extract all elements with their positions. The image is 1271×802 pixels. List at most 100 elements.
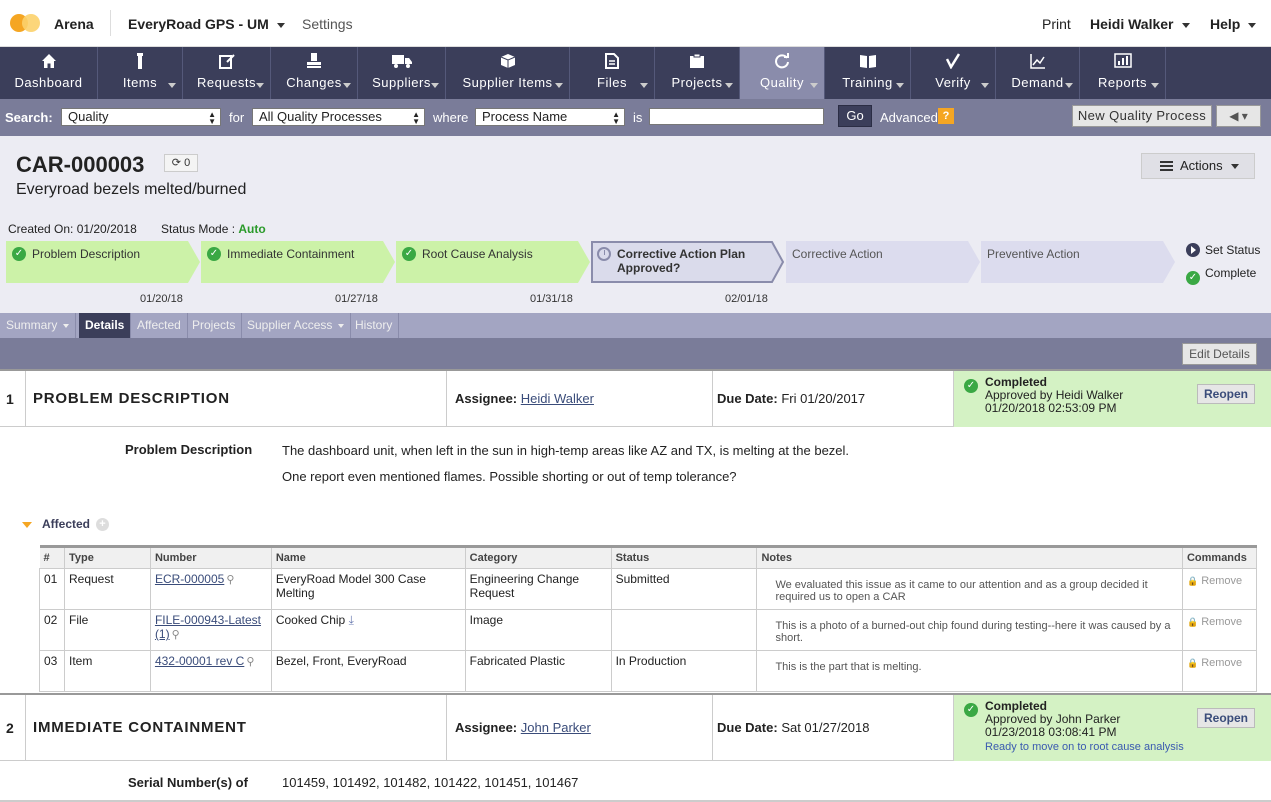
print-link[interactable]: Print xyxy=(1042,16,1071,32)
tab-label: Affected xyxy=(137,318,181,332)
chevron-down-icon xyxy=(63,323,70,328)
nav-quality[interactable]: Quality xyxy=(740,47,825,99)
back-button[interactable]: ◀ ▾ xyxy=(1216,105,1261,127)
column-header[interactable]: Type xyxy=(64,545,151,569)
number-link[interactable]: ECR-000005 xyxy=(155,572,224,586)
column-header[interactable]: Status xyxy=(611,545,758,569)
step-corrective-action[interactable]: Corrective Action xyxy=(786,241,980,283)
reopen-button[interactable]: Reopen xyxy=(1197,708,1255,728)
problem-description-label: Problem Description xyxy=(125,442,253,457)
tab-summary[interactable]: Summary xyxy=(0,313,77,338)
arena-logo-icon[interactable] xyxy=(10,14,42,32)
column-header[interactable]: Number xyxy=(150,545,272,569)
assignee-link[interactable]: Heidi Walker xyxy=(521,391,594,406)
nav-suppliers[interactable]: Suppliers xyxy=(358,47,446,99)
tab-supplier-access[interactable]: Supplier Access xyxy=(241,313,352,338)
where-label: where xyxy=(433,110,469,125)
actions-button[interactable]: Actions xyxy=(1141,153,1255,179)
top-bar: Arena EveryRoad GPS - UM Settings Print … xyxy=(0,0,1271,47)
remove-link[interactable]: Remove xyxy=(1201,575,1242,587)
cell-type: File xyxy=(63,609,151,651)
cell-category: Fabricated Plastic xyxy=(464,650,612,692)
user-menu[interactable]: Heidi Walker xyxy=(1090,16,1190,32)
column-header: # xyxy=(39,545,65,569)
settings-link[interactable]: Settings xyxy=(302,16,353,32)
search-type-select[interactable]: Quality ▲ ▼ xyxy=(61,108,221,126)
nav-demand[interactable]: Demand xyxy=(996,47,1080,99)
workspace-selector[interactable]: EveryRoad GPS - UM xyxy=(128,16,285,32)
chevron-down-icon xyxy=(555,83,563,88)
remove-link[interactable]: Remove xyxy=(1201,657,1242,669)
step-corrective-action-plan[interactable]: Corrective Action Plan Approved? xyxy=(591,241,785,283)
advanced-search-link[interactable]: Advanced xyxy=(880,110,938,125)
assignee-link[interactable]: John Parker xyxy=(521,720,591,735)
nav-changes[interactable]: Changes xyxy=(271,47,358,99)
search-scope-select[interactable]: All Quality Processes ▲ ▼ xyxy=(252,108,425,126)
tab-history[interactable]: History xyxy=(349,313,400,338)
due-value: Sat 01/27/2018 xyxy=(781,720,870,735)
column-header[interactable]: Category xyxy=(465,545,612,569)
brand-name[interactable]: Arena xyxy=(54,16,94,32)
search-icon[interactable]: ⚲ xyxy=(172,628,180,641)
reopen-button[interactable]: Reopen xyxy=(1197,384,1255,404)
table-header-row: # Type Number Name Category Status Notes… xyxy=(39,545,1258,569)
table-row: 03 Item 432-00001 rev C ⚲ Bezel, Front, E… xyxy=(39,650,1258,692)
nav-items[interactable]: Items xyxy=(98,47,183,99)
lock-icon: 🔒 xyxy=(1186,576,1199,586)
complete-button[interactable]: ✓ Complete xyxy=(1186,266,1256,285)
serial-numbers-value: 101459, 101492, 101482, 101422, 101451, … xyxy=(282,775,579,790)
go-button[interactable]: Go xyxy=(838,105,872,127)
chevron-down-icon xyxy=(168,83,176,88)
changes-icon xyxy=(271,53,357,73)
new-quality-process-button[interactable]: New Quality Process xyxy=(1072,105,1212,127)
step-root-cause-analysis[interactable]: ✓ Root Cause Analysis xyxy=(396,241,590,283)
remove-link[interactable]: Remove xyxy=(1201,616,1242,628)
column-header[interactable]: Name xyxy=(271,545,466,569)
affected-header[interactable]: Affected + xyxy=(22,517,110,532)
edit-details-button[interactable]: Edit Details xyxy=(1182,343,1257,365)
search-icon[interactable]: ⚲ xyxy=(226,573,234,586)
step-date: 01/27/18 xyxy=(335,293,378,305)
tab-projects[interactable]: Projects xyxy=(186,313,243,338)
lock-icon: 🔒 xyxy=(1186,617,1199,627)
chevron-down-icon xyxy=(981,83,989,88)
section-title: IMMEDIATE CONTAINMENT xyxy=(33,719,247,736)
home-icon xyxy=(0,53,97,73)
step-immediate-containment[interactable]: ✓ Immediate Containment xyxy=(201,241,395,283)
search-input[interactable] xyxy=(649,108,824,125)
tab-details[interactable]: Details xyxy=(79,313,132,338)
tab-affected[interactable]: Affected xyxy=(131,313,188,338)
status-mode-value[interactable]: Auto xyxy=(238,222,265,236)
nav-dashboard[interactable]: Dashboard xyxy=(0,47,98,99)
help-question-icon[interactable]: ? xyxy=(938,108,954,124)
nav-verify[interactable]: Verify xyxy=(911,47,996,99)
select-arrows-icon: ▲ ▼ xyxy=(208,110,216,126)
nav-requests[interactable]: Requests xyxy=(183,47,271,99)
approved-at: 01/23/2018 03:08:41 PM xyxy=(985,725,1117,739)
affected-table: # Type Number Name Category Status Notes… xyxy=(39,545,1258,692)
tab-label: History xyxy=(355,318,393,332)
nav-files[interactable]: Files xyxy=(570,47,655,99)
set-status-button[interactable]: Set Status xyxy=(1186,243,1260,257)
affected-label: Affected xyxy=(42,517,91,531)
collapse-triangle-icon[interactable] xyxy=(22,521,32,528)
chevron-down-icon xyxy=(896,83,904,88)
nav-projects[interactable]: Projects xyxy=(655,47,740,99)
download-icon[interactable]: ⤓ xyxy=(349,613,354,627)
nav-reports[interactable]: Reports xyxy=(1080,47,1166,99)
cell-index: 02 xyxy=(39,609,65,651)
step-preventive-action[interactable]: Preventive Action xyxy=(981,241,1175,283)
revision-badge[interactable]: ⟳ 0 xyxy=(164,154,198,172)
column-header[interactable]: Notes xyxy=(756,545,1183,569)
help-label: Help xyxy=(1210,16,1241,32)
number-link[interactable]: 432-00001 rev C xyxy=(155,654,244,668)
search-icon[interactable]: ⚲ xyxy=(246,655,254,668)
search-field-select[interactable]: Process Name ▲ ▼ xyxy=(475,108,625,126)
nav-supplier-items[interactable]: Supplier Items xyxy=(446,47,570,99)
approved-by: Approved by Heidi Walker xyxy=(985,388,1124,402)
step-problem-description[interactable]: ✓ Problem Description xyxy=(6,241,200,283)
help-menu[interactable]: Help xyxy=(1210,16,1257,32)
step-date: 01/20/18 xyxy=(140,293,183,305)
nav-training[interactable]: Training xyxy=(825,47,911,99)
add-icon[interactable]: + xyxy=(96,518,110,532)
